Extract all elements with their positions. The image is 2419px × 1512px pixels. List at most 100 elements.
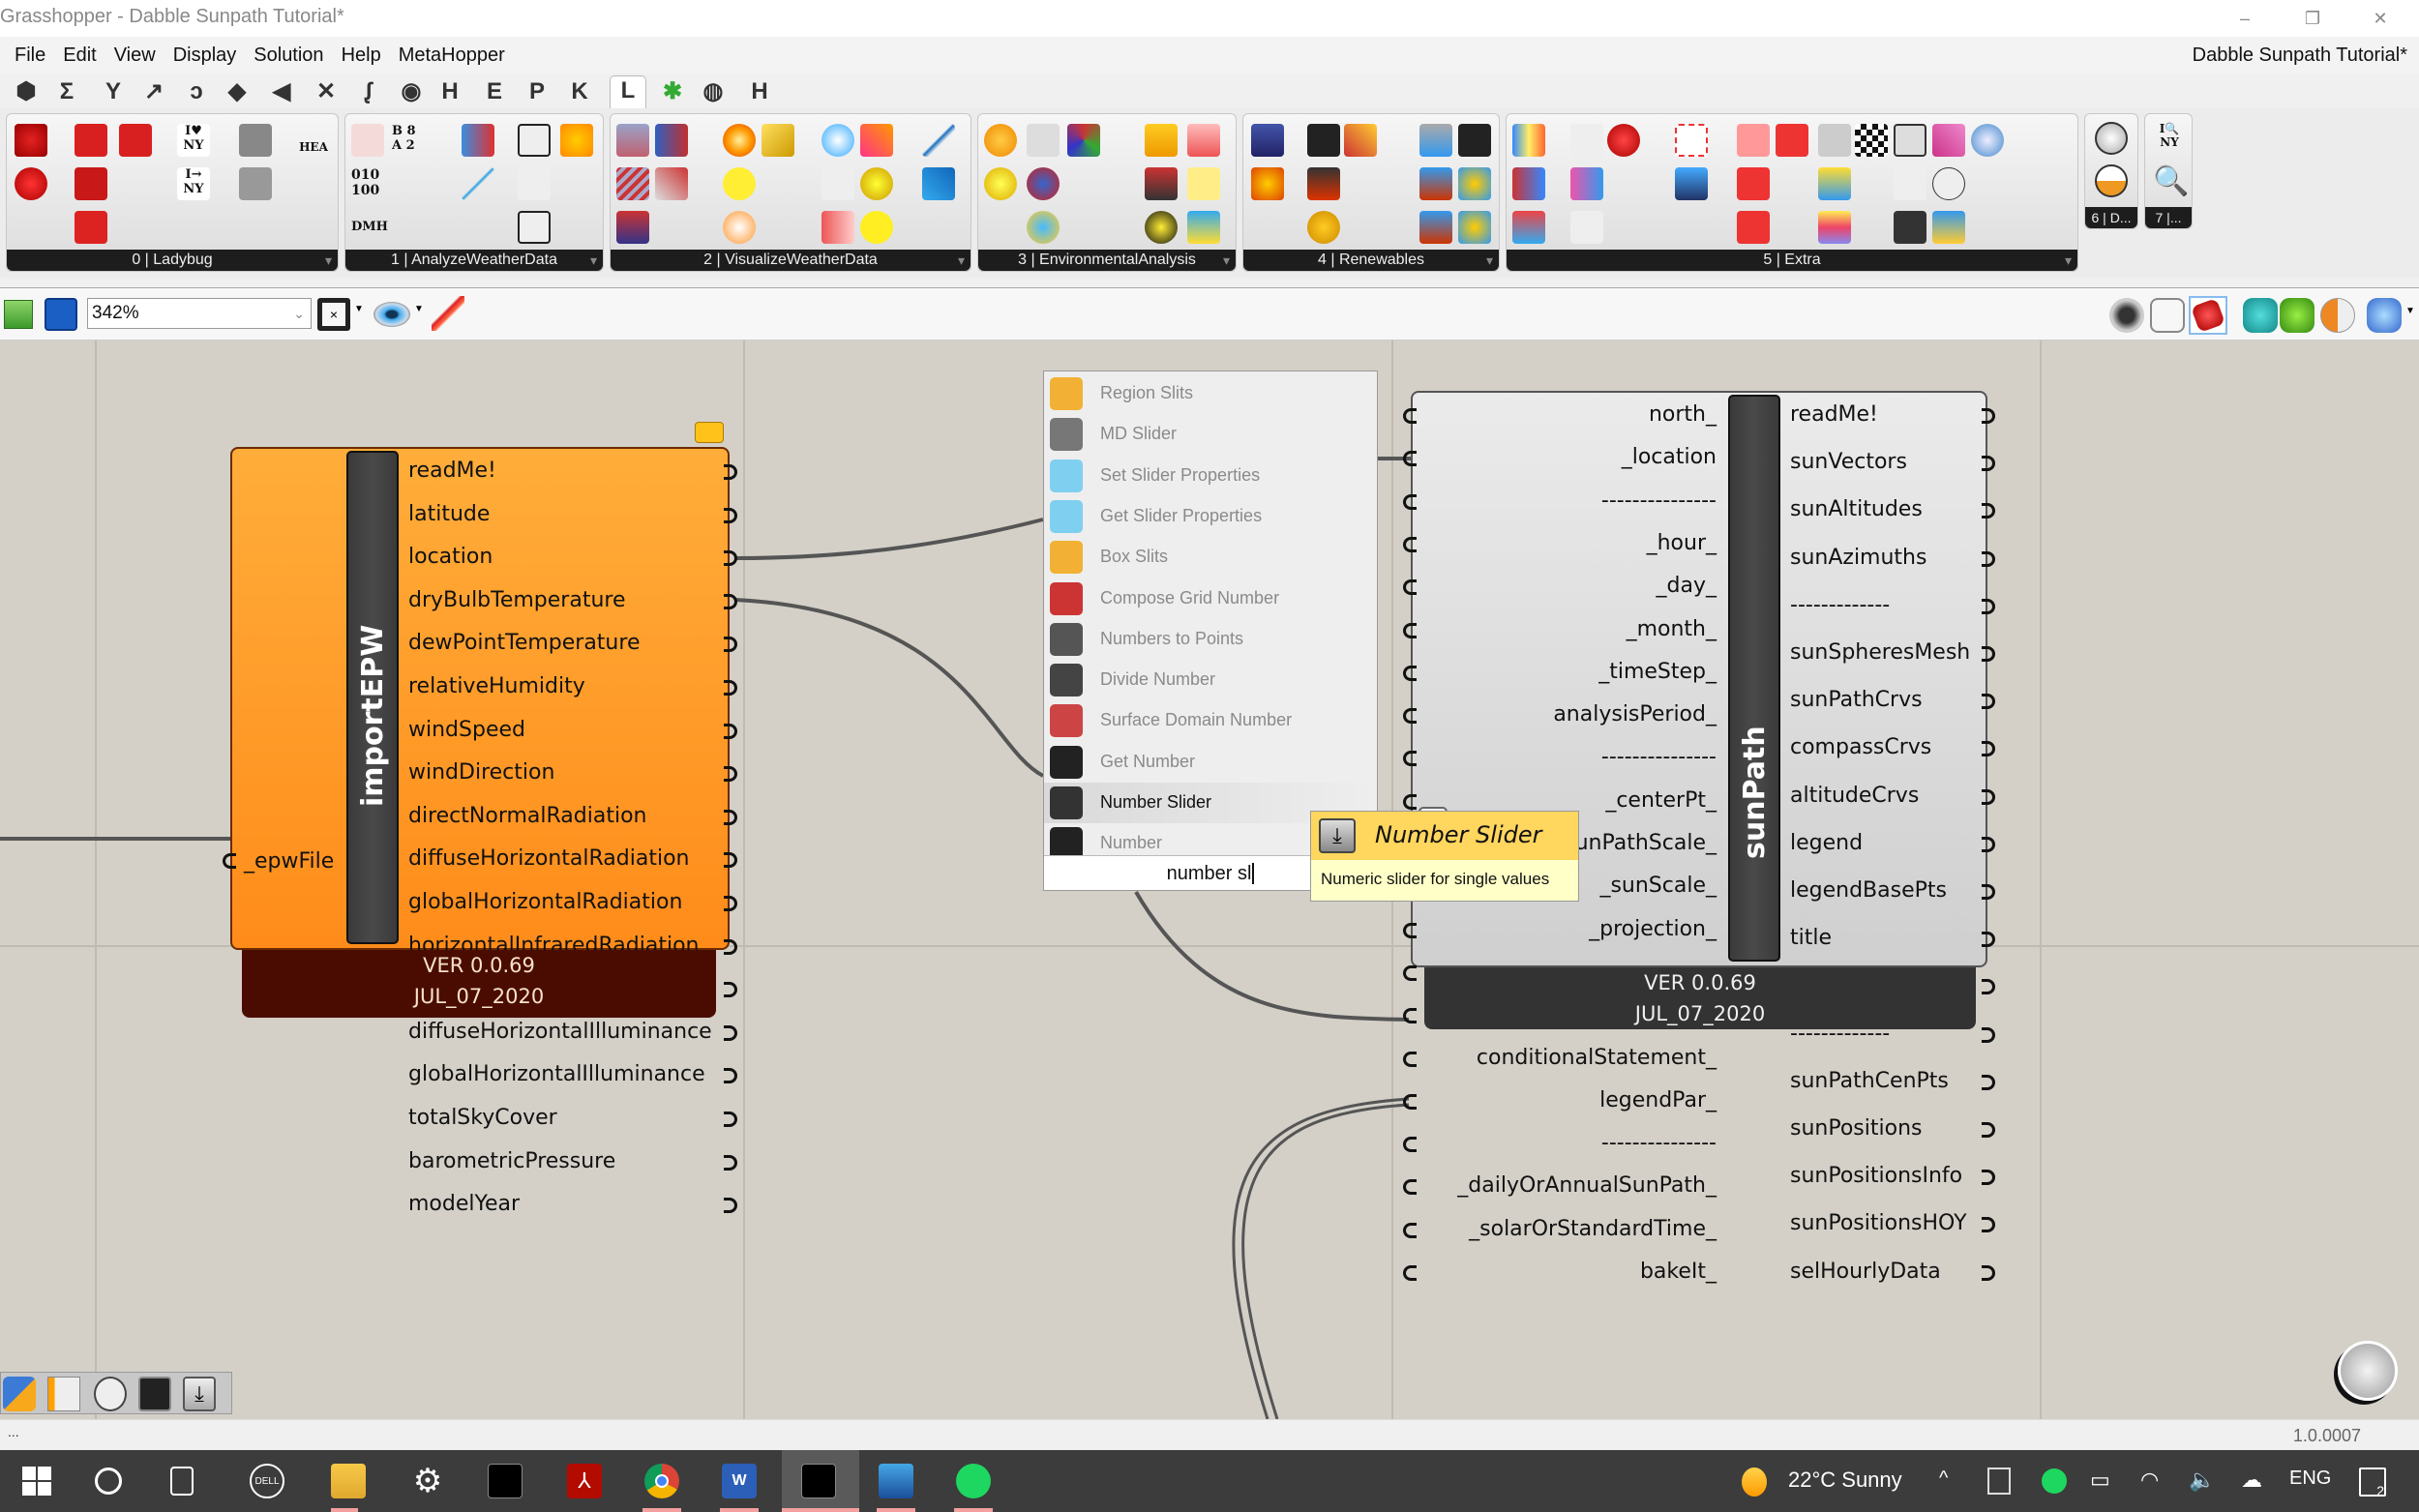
- input-port[interactable]: [1403, 1008, 1417, 1024]
- search-location-icon[interactable]: I🔍 NY: [2153, 122, 2186, 155]
- download-epw-icon[interactable]: [75, 167, 107, 200]
- seated-comfort-icon[interactable]: [518, 211, 551, 244]
- tab-sets-icon[interactable]: Y: [95, 77, 132, 106]
- epw-to-stat-icon[interactable]: [75, 211, 107, 244]
- tab-params-icon[interactable]: ⬢: [8, 77, 45, 106]
- orange-dial-icon[interactable]: [2095, 164, 2128, 197]
- tab-surface-icon[interactable]: ◆: [219, 77, 255, 106]
- panel-label[interactable]: 2 | VisualizeWeatherData ▾: [611, 250, 971, 271]
- cf-icon[interactable]: [1737, 124, 1770, 157]
- save-file-icon[interactable]: [45, 298, 77, 331]
- acrobat-icon[interactable]: ⅄: [567, 1464, 602, 1498]
- teal-preview-icon[interactable]: [2243, 298, 2278, 333]
- settings-gear-icon[interactable]: ⚙: [410, 1464, 445, 1498]
- open-stat-icon[interactable]: [119, 124, 152, 157]
- bar-chart-icon[interactable]: [655, 124, 688, 157]
- search-icon[interactable]: 🔍: [2153, 164, 2189, 197]
- walking-comfort-icon[interactable]: [518, 167, 551, 200]
- wire-legend-par[interactable]: [1241, 1103, 1410, 1419]
- sky-icon[interactable]: [762, 124, 794, 157]
- tab-mesh-icon[interactable]: ◀: [263, 77, 300, 106]
- input-port[interactable]: [1403, 1051, 1417, 1067]
- pipe-sun-icon[interactable]: [1458, 211, 1491, 244]
- search-result-item[interactable]: Surface Domain Number: [1044, 700, 1377, 741]
- output-port[interactable]: [1982, 836, 1995, 852]
- input-port[interactable]: [1403, 1179, 1417, 1196]
- input-port[interactable]: [1403, 708, 1417, 725]
- kw-energy-icon[interactable]: [1307, 167, 1340, 200]
- input-port[interactable]: [1403, 1222, 1417, 1238]
- menu-file[interactable]: File: [6, 37, 54, 67]
- preview-outline-icon[interactable]: [2150, 298, 2185, 333]
- eye-icon[interactable]: [1027, 167, 1060, 200]
- output-port[interactable]: [724, 1154, 737, 1171]
- thermometer-icon[interactable]: [462, 124, 494, 157]
- blue-material-icon[interactable]: [2367, 298, 2402, 333]
- box-icon[interactable]: [1027, 124, 1060, 157]
- checker-icon[interactable]: [1855, 124, 1888, 157]
- menu-metahopper[interactable]: MetaHopper: [390, 37, 514, 67]
- input-port[interactable]: [1403, 964, 1417, 981]
- input-port[interactable]: [1403, 922, 1417, 938]
- search-result-item[interactable]: Set Slider Properties: [1044, 456, 1377, 496]
- panel-label[interactable]: 5 | Extra ▾: [1507, 250, 2077, 271]
- image-icon[interactable]: [1675, 167, 1708, 200]
- tab-grasshopper-extra-icon[interactable]: ✱: [654, 77, 691, 106]
- output-port[interactable]: [724, 593, 737, 609]
- tab-vector-icon[interactable]: ↗: [135, 77, 172, 106]
- tab-energy-icon[interactable]: E: [476, 77, 513, 106]
- yd-icon[interactable]: [1737, 167, 1770, 200]
- input-port[interactable]: [1403, 622, 1417, 638]
- legend-par-icon[interactable]: [1512, 167, 1545, 200]
- output-port[interactable]: [724, 723, 737, 739]
- output-port[interactable]: [1982, 550, 1995, 567]
- panel-label[interactable]: 6 | D...: [2085, 207, 2137, 228]
- faucet-icon[interactable]: [1419, 124, 1452, 157]
- python-icon[interactable]: [3, 1377, 36, 1411]
- menu-help[interactable]: Help: [333, 37, 390, 67]
- output-port[interactable]: [1982, 1026, 1995, 1043]
- dy-icon[interactable]: [1737, 211, 1770, 244]
- solar-envelope-icon[interactable]: [1187, 167, 1220, 200]
- comment-bubble-icon[interactable]: [695, 422, 724, 443]
- input-port[interactable]: [1403, 493, 1417, 510]
- red-arrow-dial-icon[interactable]: [2095, 122, 2128, 155]
- weather-sun-icon[interactable]: [1742, 1468, 1767, 1497]
- ladybug-icon[interactable]: [15, 124, 47, 157]
- sun-analysis-icon[interactable]: [984, 124, 1017, 157]
- notifications-icon[interactable]: 2: [2359, 1468, 2386, 1498]
- solar-fan-icon[interactable]: [1145, 167, 1178, 200]
- chrome-icon[interactable]: [644, 1464, 679, 1498]
- sun-icon[interactable]: [723, 124, 756, 157]
- input-port[interactable]: [1403, 536, 1417, 552]
- seated-person-icon[interactable]: [821, 167, 854, 200]
- output-port[interactable]: [1982, 1264, 1995, 1281]
- radiation-hazard-icon[interactable]: [1145, 211, 1178, 244]
- server-icon[interactable]: [1894, 211, 1926, 244]
- preview-shaded-button[interactable]: [2189, 296, 2227, 335]
- search-result-item[interactable]: Compose Grid Number: [1044, 578, 1377, 619]
- zoom-extents-icon[interactable]: ×: [317, 298, 350, 331]
- output-port[interactable]: [1982, 598, 1995, 614]
- wire-annual-hourly-data[interactable]: [1134, 890, 1410, 1022]
- zoom-level-dropdown[interactable]: 342% ⌄: [87, 298, 312, 329]
- shower-sun-icon[interactable]: [1458, 167, 1491, 200]
- tab-human-icon[interactable]: H: [741, 77, 778, 106]
- tab-ladybug-icon[interactable]: L: [610, 75, 646, 108]
- search-circle-icon[interactable]: [95, 1468, 122, 1495]
- input-port[interactable]: [1403, 665, 1417, 681]
- h-gradient-icon[interactable]: [1818, 211, 1851, 244]
- people-icon[interactable]: [1570, 167, 1603, 200]
- input-port[interactable]: [1403, 1093, 1417, 1110]
- sketch-pen-icon[interactable]: [432, 296, 464, 331]
- 3d-chart-icon[interactable]: [655, 167, 688, 200]
- tab-maths-icon[interactable]: Σ: [48, 77, 85, 106]
- comfort-icon[interactable]: [518, 124, 551, 157]
- panel-label[interactable]: 1 | AnalyzeWeatherData ▾: [345, 250, 603, 271]
- volume-icon[interactable]: 🔈: [2189, 1468, 2215, 1493]
- half-sphere-icon[interactable]: [2320, 298, 2355, 333]
- input-port[interactable]: [1403, 793, 1417, 810]
- task-view-icon[interactable]: [170, 1467, 194, 1496]
- output-port[interactable]: [1982, 788, 1995, 805]
- rhino-7-icon[interactable]: [488, 1464, 523, 1498]
